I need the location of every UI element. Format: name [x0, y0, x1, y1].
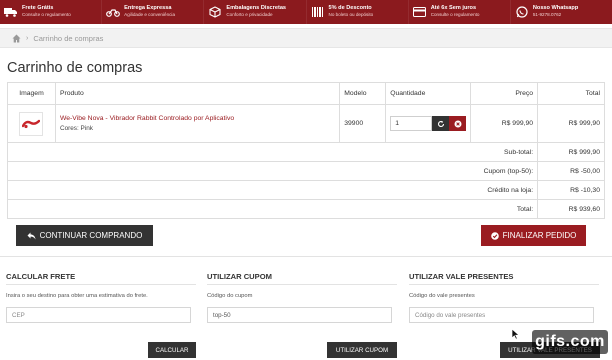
refresh-icon — [437, 120, 444, 127]
header-model: Modelo — [339, 82, 387, 105]
coupon-input[interactable] — [207, 307, 392, 323]
breadcrumb: › Carrinho de compras — [0, 28, 612, 48]
continue-shopping-button[interactable]: CONTINUAR COMPRANDO — [16, 225, 153, 246]
header-price: Preço — [470, 82, 539, 105]
package-icon — [208, 5, 222, 19]
product-link[interactable]: We-Vibe Nova - Vibrador Rabbit Controlad… — [60, 115, 335, 122]
totals-label: Crédito na loja: — [6, 180, 539, 200]
checkout-label: FINALIZAR PEDIDO — [502, 231, 577, 240]
cell-price: R$ 999,90 — [470, 104, 539, 143]
credit-card-icon — [413, 5, 427, 19]
totals-row: Sub-total: R$ 999,90 — [6, 142, 605, 162]
header-product: Produto — [54, 82, 341, 105]
cell-image — [7, 104, 56, 143]
perk-title: Entrega Expressa — [124, 5, 172, 12]
cart-table: Imagem Produto Modelo Quantidade Preço T… — [6, 82, 605, 219]
table-header-row: Imagem Produto Modelo Quantidade Preço T… — [7, 82, 605, 105]
chevron-right-icon: › — [26, 34, 29, 42]
table-row: We-Vibe Nova - Vibrador Rabbit Controlad… — [7, 104, 605, 143]
coupon-label: Código do cupom — [207, 293, 253, 299]
perk-installments[interactable]: Até 6x Sem juros Consulte o regulamento — [409, 0, 511, 24]
perk-express-delivery[interactable]: Entrega Expressa Agilidade e conveniência — [102, 0, 205, 24]
continue-shopping-label: CONTINUAR COMPRANDO — [39, 231, 143, 240]
coupon-section: UTILIZAR CUPOM Código do cupom UTILIZAR … — [207, 272, 397, 358]
check-circle-icon — [490, 231, 499, 240]
perk-title: Nosso Whatsapp — [532, 5, 579, 12]
perk-subtitle: Conforto e privacidade — [226, 12, 273, 18]
watermark: gifs.com — [532, 330, 608, 354]
page-title: Carrinho de compras — [7, 60, 143, 76]
barcode-icon — [311, 5, 325, 19]
perk-whatsapp[interactable]: Nosso Whatsapp 51-9278.0762 — [511, 0, 612, 24]
header-total: Total — [537, 82, 605, 105]
totals-row: Cupom (top-50): R$ -50,00 — [6, 161, 605, 181]
shipping-calculator: CALCULAR FRETE Insira o seu destino para… — [6, 272, 196, 358]
cell-model: 39900 — [339, 104, 387, 143]
perk-subtitle: No boleto ou depósito — [328, 12, 374, 18]
perk-free-shipping[interactable]: Frete Grátis Consulte o regulamento — [0, 0, 103, 24]
remove-button[interactable] — [449, 116, 467, 131]
calculate-shipping-button[interactable]: CALCULAR — [148, 342, 196, 358]
perk-title: Frete Grátis — [22, 5, 54, 12]
cep-input[interactable] — [6, 307, 191, 323]
cell-product: We-Vibe Nova - Vibrador Rabbit Controlad… — [54, 104, 341, 143]
totals-row: Crédito na loja: R$ -10,30 — [6, 180, 605, 200]
header-image: Imagem — [7, 82, 56, 105]
perk-subtitle: 51-9278.0762 — [532, 12, 562, 18]
section-divider — [0, 256, 612, 257]
header-quantity: Quantidade — [385, 82, 472, 105]
shipping-description: Insira o seu destino para obter uma esti… — [6, 293, 148, 299]
totals-label: Sub-total: — [6, 142, 539, 162]
reply-arrow-icon — [27, 232, 36, 239]
shipping-title: CALCULAR FRETE — [6, 272, 196, 285]
quantity-input[interactable] — [390, 116, 433, 131]
apply-coupon-button[interactable]: UTILIZAR CUPOM — [327, 342, 397, 358]
perk-title: Até 6x Sem juros — [430, 5, 477, 12]
home-icon[interactable] — [12, 34, 21, 43]
coupon-title: UTILIZAR CUPOM — [207, 272, 397, 285]
perk-title: Embalagens Discretas — [226, 5, 287, 12]
close-circle-icon — [454, 120, 462, 127]
voucher-label: Código do vale presentes — [409, 293, 475, 299]
voucher-title: UTILIZAR VALE PRESENTES — [409, 272, 599, 285]
totals-value: R$ 939,60 — [537, 199, 605, 219]
perk-subtitle: Consulte o regulamento — [430, 12, 480, 18]
perk-subtitle: Consulte o regulamento — [22, 12, 71, 18]
voucher-input[interactable] — [409, 307, 594, 323]
mouse-cursor-icon — [511, 328, 520, 340]
cell-total: R$ 999,90 — [537, 104, 605, 143]
cell-quantity — [385, 104, 472, 143]
totals-value: R$ 999,90 — [537, 142, 605, 162]
voucher-section: UTILIZAR VALE PRESENTES Código do vale p… — [409, 272, 600, 358]
update-button[interactable] — [432, 116, 450, 131]
product-option: Cores: Pink — [59, 125, 93, 132]
breadcrumb-item-cart[interactable]: Carrinho de compras — [33, 34, 103, 43]
product-thumbnail[interactable] — [19, 111, 44, 136]
whatsapp-icon — [515, 5, 529, 19]
totals-label: Total: — [6, 199, 539, 219]
totals-label: Cupom (top-50): — [6, 161, 539, 181]
perks-bar: Frete Grátis Consulte o regulamento Entre… — [0, 0, 612, 24]
checkout-button[interactable]: FINALIZAR PEDIDO — [481, 225, 586, 246]
perk-discount[interactable]: 5% de Desconto No boleto ou depósito — [307, 0, 409, 24]
totals-value: R$ -50,00 — [537, 161, 605, 181]
truck-icon — [4, 5, 18, 19]
perk-title: 5% de Desconto — [328, 5, 372, 12]
motorcycle-icon — [106, 5, 121, 19]
totals-value: R$ -10,30 — [537, 180, 605, 200]
perk-subtitle: Agilidade e conveniência — [124, 12, 175, 18]
perk-discreet-packaging[interactable]: Embalagens Discretas Conforto e privacida… — [204, 0, 307, 24]
totals-row: Total: R$ 939,60 — [6, 199, 605, 219]
